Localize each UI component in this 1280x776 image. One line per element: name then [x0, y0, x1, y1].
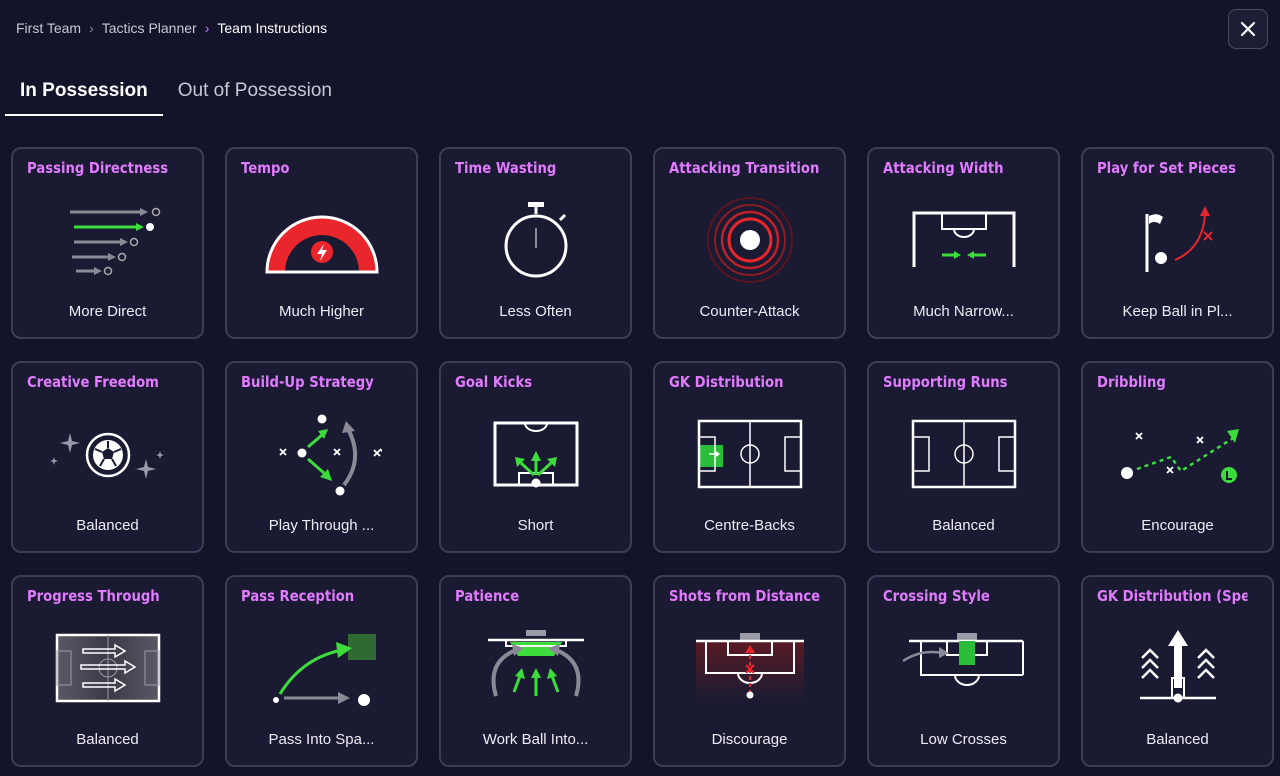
card-value: Short — [517, 517, 554, 534]
card-value: Balanced — [1146, 731, 1209, 748]
card-patience[interactable]: Patience Work Ball Into... — [439, 575, 632, 767]
chevron-right-icon: › — [89, 20, 94, 36]
card-title: Shots from Distance — [669, 587, 820, 605]
pass-reception-icon — [227, 623, 416, 713]
card-value: Counter-Attack — [699, 303, 800, 320]
tab-bar: In Possession Out of Possession — [5, 70, 347, 116]
close-button[interactable] — [1228, 9, 1268, 49]
patience-icon — [441, 623, 630, 713]
card-value: Pass Into Spa... — [268, 731, 375, 748]
card-value: Balanced — [76, 731, 139, 748]
chevron-right-icon: › — [204, 20, 210, 36]
passing-directness-icon — [13, 195, 202, 285]
card-creative-freedom[interactable]: Creative Freedom Balanced — [11, 361, 204, 553]
card-title: Progress Through — [27, 587, 160, 605]
card-title: Supporting Runs — [883, 373, 1008, 391]
card-passing-directness[interactable]: Passing Directness More Direct — [11, 147, 204, 339]
card-value: Centre-Backs — [704, 517, 795, 534]
card-tempo[interactable]: Tempo Much Higher — [225, 147, 418, 339]
card-title: Dribbling — [1097, 373, 1166, 391]
card-title: Passing Directness — [27, 159, 169, 177]
crossing-style-icon — [869, 623, 1058, 713]
tempo-gauge-icon — [227, 195, 416, 285]
dribbling-icon — [1083, 409, 1272, 499]
gk-speed-icon — [1083, 623, 1272, 713]
card-value: Less Often — [499, 303, 572, 320]
card-title: Time Wasting — [455, 159, 557, 177]
card-dribbling[interactable]: Dribbling Encourage — [1081, 361, 1274, 553]
card-attacking-width[interactable]: Attacking Width Much Narrow... — [867, 147, 1060, 339]
card-title: Pass Reception — [241, 587, 355, 605]
card-play-for-set-pieces[interactable]: Play for Set Pieces Keep Ball in Pl... — [1081, 147, 1274, 339]
tab-in-possession[interactable]: In Possession — [5, 70, 163, 116]
breadcrumb-first-team[interactable]: First Team — [16, 20, 81, 36]
card-value: Balanced — [76, 517, 139, 534]
build-up-icon — [227, 409, 416, 499]
card-pass-reception[interactable]: Pass Reception Pass Into Spa... — [225, 575, 418, 767]
card-value: Much Higher — [278, 303, 365, 320]
card-value: Much Narrow... — [913, 303, 1014, 320]
card-shots-from-distance[interactable]: Shots from Distance Discourage — [653, 575, 846, 767]
attacking-width-icon — [869, 195, 1058, 285]
card-title: Crossing Style — [883, 587, 990, 605]
breadcrumb: First Team › Tactics Planner › Team Inst… — [16, 20, 327, 36]
progress-through-icon — [13, 623, 202, 713]
breadcrumb-team-instructions: Team Instructions — [217, 20, 328, 36]
card-title: Build-Up Strategy — [241, 373, 374, 391]
card-title: Attacking Width — [883, 159, 1004, 177]
card-value: Encourage — [1141, 517, 1214, 534]
card-value: Balanced — [932, 517, 995, 534]
card-progress-through[interactable]: Progress Through Balanced — [11, 575, 204, 767]
card-value: Play Through ... — [268, 517, 375, 534]
set-pieces-icon — [1083, 195, 1272, 285]
card-goal-kicks[interactable]: Goal Kicks Short — [439, 361, 632, 553]
card-value: More Direct — [68, 303, 147, 320]
card-title: Tempo — [241, 159, 290, 177]
card-value: Keep Ball in Pl... — [1122, 303, 1233, 320]
card-title: Play for Set Pieces — [1097, 159, 1236, 177]
stopwatch-icon — [441, 195, 630, 285]
supporting-runs-pitch-icon — [869, 409, 1058, 499]
goal-kicks-icon — [441, 409, 630, 499]
instructions-grid: Passing Directness More Direct Tempo Muc — [11, 147, 1274, 767]
card-attacking-transition[interactable]: Attacking Transition Counter-Attack — [653, 147, 846, 339]
card-title: Patience — [455, 587, 520, 605]
card-title: GK Distribution — [669, 373, 784, 391]
tab-out-of-possession[interactable]: Out of Possession — [163, 70, 347, 116]
card-title: Attacking Transition — [669, 159, 820, 177]
card-time-wasting[interactable]: Time Wasting Less Often — [439, 147, 632, 339]
card-crossing-style[interactable]: Crossing Style Low Crosses — [867, 575, 1060, 767]
card-supporting-runs[interactable]: Supporting Runs Balanced — [867, 361, 1060, 553]
gk-distribution-pitch-icon — [655, 409, 844, 499]
card-value: Work Ball Into... — [482, 731, 589, 748]
card-value: Low Crosses — [920, 731, 1007, 748]
card-gk-distribution-speed[interactable]: GK Distribution (Speed) Balanced — [1081, 575, 1274, 767]
card-title: Creative Freedom — [27, 373, 159, 391]
close-icon — [1240, 21, 1256, 37]
card-gk-distribution[interactable]: GK Distribution Centre-Backs — [653, 361, 846, 553]
breadcrumb-tactics-planner[interactable]: Tactics Planner — [102, 20, 197, 36]
card-build-up-strategy[interactable]: Build-Up Strategy Play Through ... — [225, 361, 418, 553]
card-value: Discourage — [711, 731, 788, 748]
card-title: Goal Kicks — [455, 373, 533, 391]
card-title: GK Distribution (Speed) — [1097, 587, 1247, 605]
shots-distance-icon — [655, 623, 844, 713]
radar-target-icon — [655, 195, 844, 285]
creative-ball-icon — [13, 409, 202, 499]
